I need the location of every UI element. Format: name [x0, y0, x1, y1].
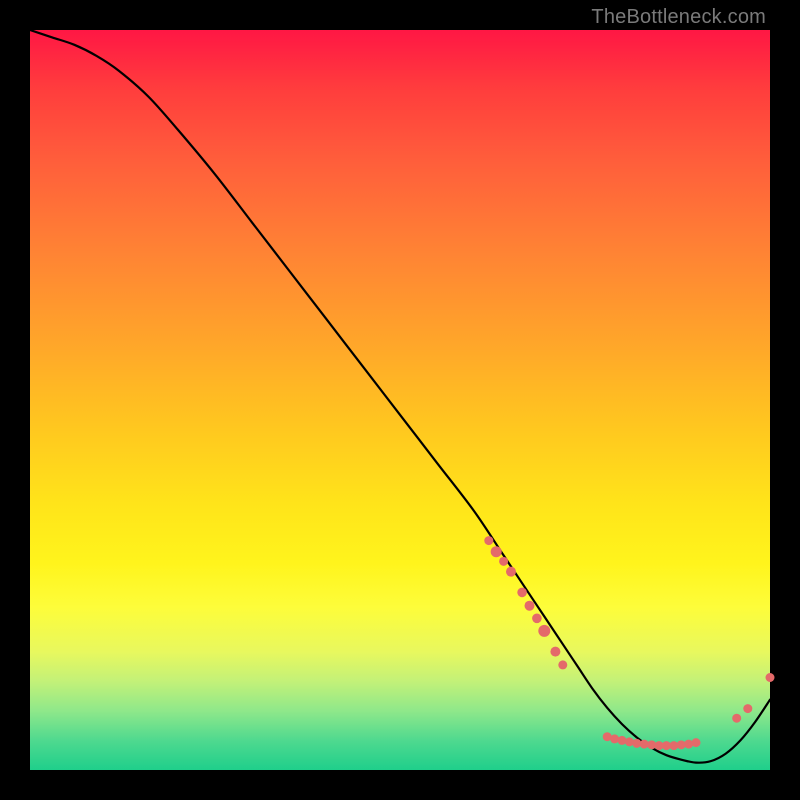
chart-marker [558, 660, 567, 669]
chart-marker [506, 567, 516, 577]
chart-marker [692, 738, 701, 747]
chart-marker [550, 647, 560, 657]
chart-marker [610, 734, 619, 743]
chart-marker [625, 737, 634, 746]
chart-marker [732, 714, 741, 723]
chart-marker [532, 614, 542, 624]
chart-marker [684, 740, 693, 749]
chart-marker [517, 588, 527, 598]
chart-marker [525, 601, 535, 611]
chart-curve [30, 30, 770, 763]
chart-marker [743, 704, 752, 713]
chart-marker [484, 536, 493, 545]
chart-marker [499, 557, 508, 566]
chart-marker [538, 625, 550, 637]
chart-marker [618, 736, 627, 745]
chart-area [30, 30, 770, 770]
chart-markers [484, 536, 774, 750]
chart-marker [491, 546, 502, 557]
chart-marker [766, 673, 775, 682]
watermark-text: TheBottleneck.com [591, 6, 766, 29]
chart-svg [30, 30, 770, 770]
